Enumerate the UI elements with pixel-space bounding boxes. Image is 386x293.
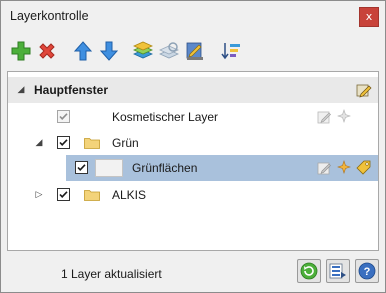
refresh-button[interactable] xyxy=(297,259,321,283)
status-text: 1 Layer aktualisiert xyxy=(61,267,162,281)
svg-text:?: ? xyxy=(364,266,371,278)
tree-item-gruen-group[interactable]: ◢ Grün xyxy=(8,130,378,156)
sparkle-icon[interactable] xyxy=(336,160,352,176)
layer-stack-icon xyxy=(133,41,153,59)
help-button[interactable]: ? xyxy=(355,259,379,283)
arrow-down-icon xyxy=(99,41,119,61)
layer-list-icon xyxy=(329,263,346,279)
move-up-button[interactable] xyxy=(71,39,95,63)
layer-refresh-button[interactable] xyxy=(157,39,181,63)
layers-button[interactable] xyxy=(131,39,155,63)
layer-sort-button[interactable] xyxy=(219,39,243,63)
refresh-icon xyxy=(300,262,318,280)
edit-icon[interactable] xyxy=(316,109,332,125)
layer-checkbox[interactable] xyxy=(57,110,70,123)
layer-label: Kosmetischer Layer xyxy=(112,110,219,124)
group-label: Grün xyxy=(112,136,139,150)
status-bar: 1 Layer aktualisiert ? xyxy=(1,255,385,291)
layer-list-button[interactable] xyxy=(326,259,350,283)
edit-icon[interactable] xyxy=(316,160,332,176)
expand-toggle[interactable]: ▷ xyxy=(34,190,44,200)
layer-checkbox[interactable] xyxy=(57,188,70,201)
tree-item-kosmetischer-layer[interactable]: Kosmetischer Layer xyxy=(8,104,378,130)
layer-control-window: Layerkontrolle x ◢ Hauptfenster Kosmetis… xyxy=(0,0,386,293)
root-label: Hauptfenster xyxy=(34,83,109,97)
folder-icon xyxy=(84,190,100,201)
plus-icon xyxy=(11,41,31,61)
arrow-up-icon xyxy=(73,41,93,61)
group-label: ALKIS xyxy=(112,188,147,202)
toolbar xyxy=(7,39,381,65)
sort-icon xyxy=(221,43,240,60)
remove-layer-button[interactable] xyxy=(35,39,59,63)
layer-thumbnail xyxy=(95,159,123,177)
add-layer-button[interactable] xyxy=(9,39,33,63)
map-pen-icon[interactable] xyxy=(356,82,372,98)
tree-root-hauptfenster[interactable]: ◢ Hauptfenster xyxy=(8,77,378,103)
tree-item-alkis-group[interactable]: ▷ ALKIS xyxy=(8,182,378,208)
title-bar: Layerkontrolle x xyxy=(1,1,385,31)
folder-icon xyxy=(84,138,100,149)
tree-item-gruenflaechen[interactable]: Grünflächen xyxy=(66,155,378,181)
layer-checkbox[interactable] xyxy=(57,136,70,149)
layer-tree: ◢ Hauptfenster Kosmetischer Layer ◢ Grün… xyxy=(7,71,379,251)
move-down-button[interactable] xyxy=(97,39,121,63)
layer-properties-button[interactable] xyxy=(183,39,207,63)
layer-checkbox[interactable] xyxy=(75,161,88,174)
sparkle-icon[interactable] xyxy=(336,109,352,125)
collapse-toggle[interactable]: ◢ xyxy=(16,85,26,95)
layer-label: Grünflächen xyxy=(132,161,198,175)
layer-refresh-icon xyxy=(159,42,179,59)
collapse-toggle[interactable]: ◢ xyxy=(34,138,44,148)
layer-edit-icon xyxy=(186,42,203,60)
close-button[interactable]: x xyxy=(359,7,379,27)
window-title: Layerkontrolle xyxy=(10,9,89,23)
tag-icon[interactable] xyxy=(356,160,372,176)
delete-x-icon xyxy=(39,43,55,59)
help-icon: ? xyxy=(358,262,376,280)
